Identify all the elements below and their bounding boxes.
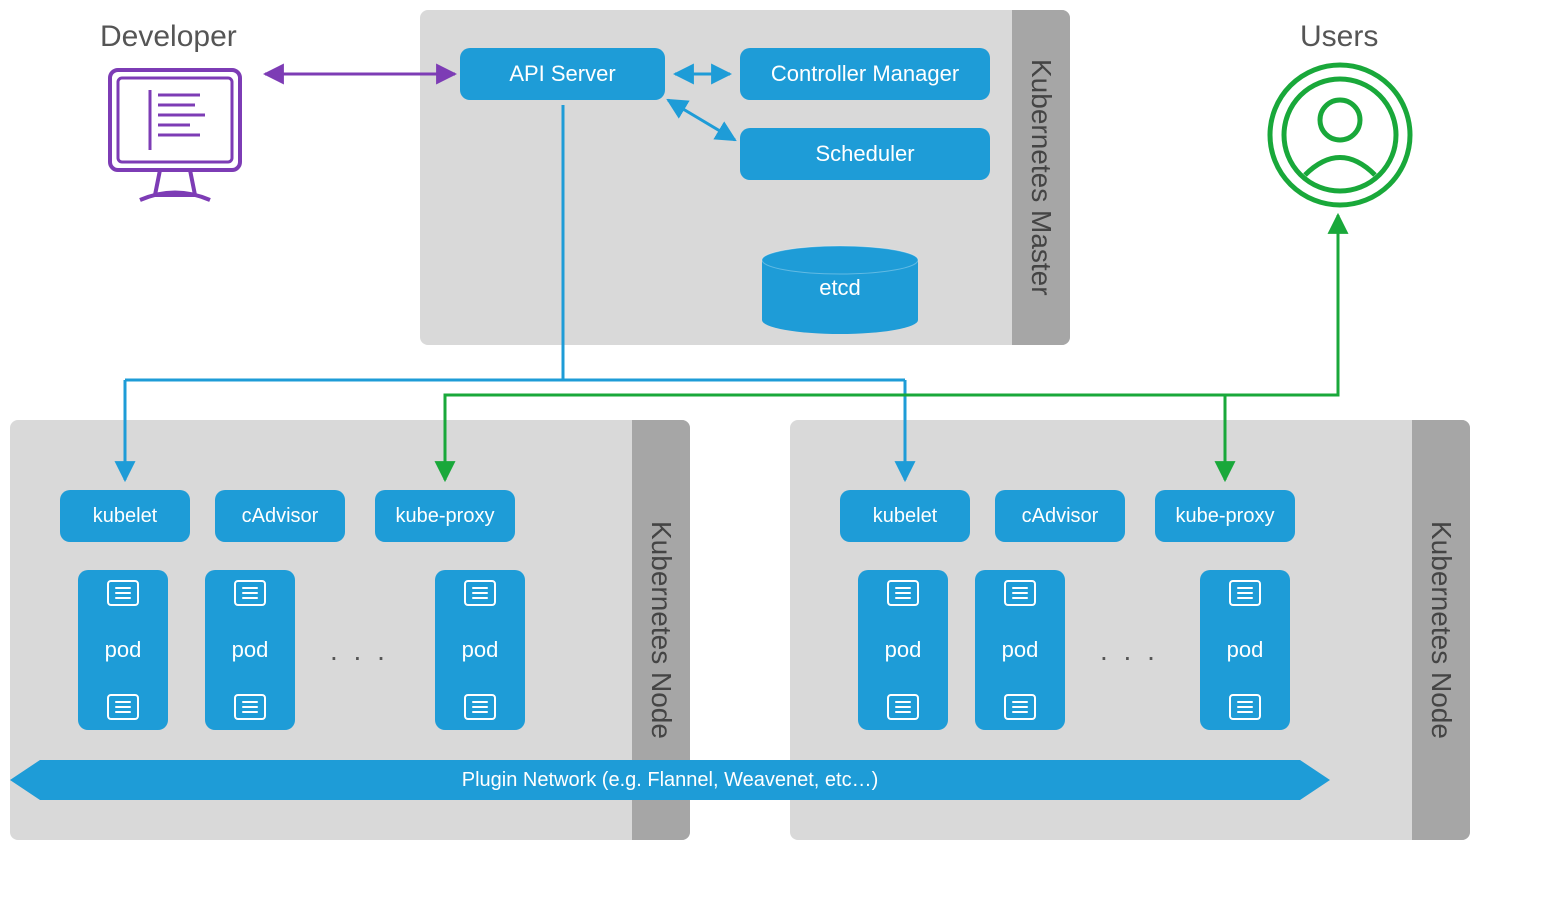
node2-cadvisor: cAdvisor	[995, 490, 1125, 542]
users-label: Users	[1300, 20, 1378, 54]
container-icon	[1229, 694, 1261, 720]
pod-label: pod	[462, 637, 499, 663]
container-icon	[887, 694, 919, 720]
pod-label: pod	[1227, 637, 1264, 663]
container-icon	[1229, 580, 1261, 606]
developer-label: Developer	[100, 20, 237, 54]
container-icon	[107, 580, 139, 606]
controller-manager-box: Controller Manager	[740, 48, 990, 100]
scheduler-box: Scheduler	[740, 128, 990, 180]
node2-pod1: pod	[858, 570, 948, 730]
network-arrow-left	[10, 760, 40, 800]
pod-label: pod	[105, 637, 142, 663]
node2-panel-tab: Kubernetes Node	[1412, 420, 1470, 840]
node2-ellipsis: . . .	[1100, 635, 1159, 667]
node2-kubeproxy: kube-proxy	[1155, 490, 1295, 542]
node1-pod1: pod	[78, 570, 168, 730]
master-panel-tab: Kubernetes Master	[1012, 10, 1070, 345]
container-icon	[464, 580, 496, 606]
node1-kubelet: kubelet	[60, 490, 190, 542]
network-arrow-right	[1300, 760, 1330, 800]
container-icon	[1004, 580, 1036, 606]
container-icon	[234, 694, 266, 720]
container-icon	[464, 694, 496, 720]
node1-pod2: pod	[205, 570, 295, 730]
node2-kubelet: kubelet	[840, 490, 970, 542]
pod-label: pod	[1002, 637, 1039, 663]
plugin-network-bar: Plugin Network (e.g. Flannel, Weavenet, …	[40, 760, 1300, 800]
node1-kubeproxy: kube-proxy	[375, 490, 515, 542]
node1-ellipsis: . . .	[330, 635, 389, 667]
users-icon	[1260, 55, 1420, 220]
container-icon	[234, 580, 266, 606]
node1-pod3: pod	[435, 570, 525, 730]
container-icon	[887, 580, 919, 606]
etcd-box	[760, 245, 920, 335]
node1-cadvisor: cAdvisor	[215, 490, 345, 542]
pod-label: pod	[232, 637, 269, 663]
container-icon	[107, 694, 139, 720]
container-icon	[1004, 694, 1036, 720]
api-server-box: API Server	[460, 48, 665, 100]
master-title: Kubernetes Master	[1025, 59, 1057, 296]
node2-title: Kubernetes Node	[1425, 521, 1457, 739]
node2-pod3: pod	[1200, 570, 1290, 730]
node2-pod2: pod	[975, 570, 1065, 730]
node1-title: Kubernetes Node	[645, 521, 677, 739]
pod-label: pod	[885, 637, 922, 663]
developer-icon	[100, 60, 250, 225]
